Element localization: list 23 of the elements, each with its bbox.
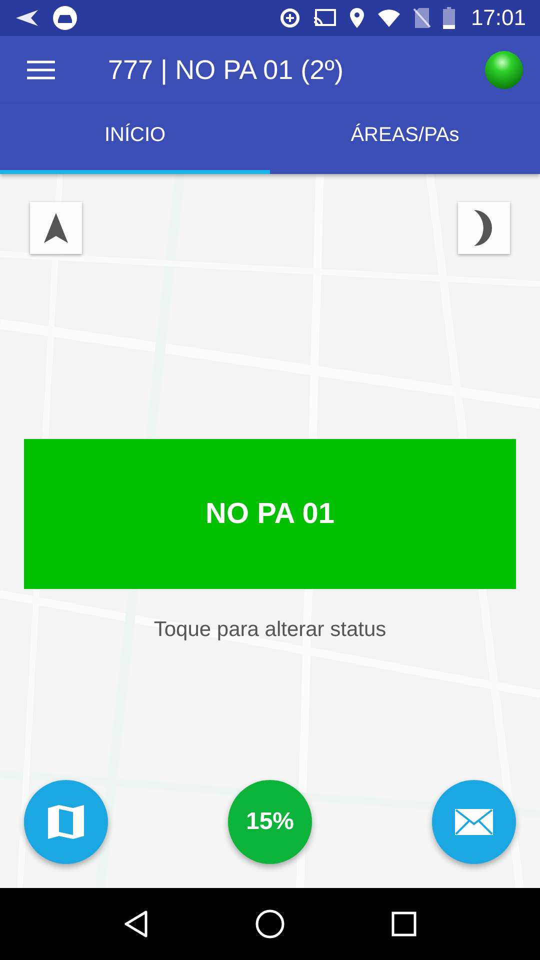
menu-icon [26,59,56,81]
navigation-button[interactable] [30,202,82,254]
send-icon [14,8,40,28]
envelope-icon [455,809,493,835]
wifi-icon [376,8,401,28]
night-mode-button[interactable] [458,202,510,254]
battery-icon [442,7,455,29]
clock-time: 17:01 [470,5,526,31]
app-title: 777 | NO PA 01 (2º) [108,54,344,86]
recents-icon[interactable] [391,911,417,937]
cast-icon [312,8,337,28]
navigation-arrow-icon [43,212,69,244]
no-sim-icon [412,7,431,29]
car-icon [52,5,78,31]
home-icon[interactable] [255,909,285,939]
hint-text: Toque para alterar status [154,618,386,642]
back-icon[interactable] [123,910,149,938]
location-pin-icon [348,7,365,29]
tab[interactable]: ÁREAS/PAs [270,104,540,174]
map-icon [47,804,85,840]
data-saver-icon [278,7,301,29]
menu-button[interactable] [26,59,56,81]
status-light-icon [484,50,524,90]
